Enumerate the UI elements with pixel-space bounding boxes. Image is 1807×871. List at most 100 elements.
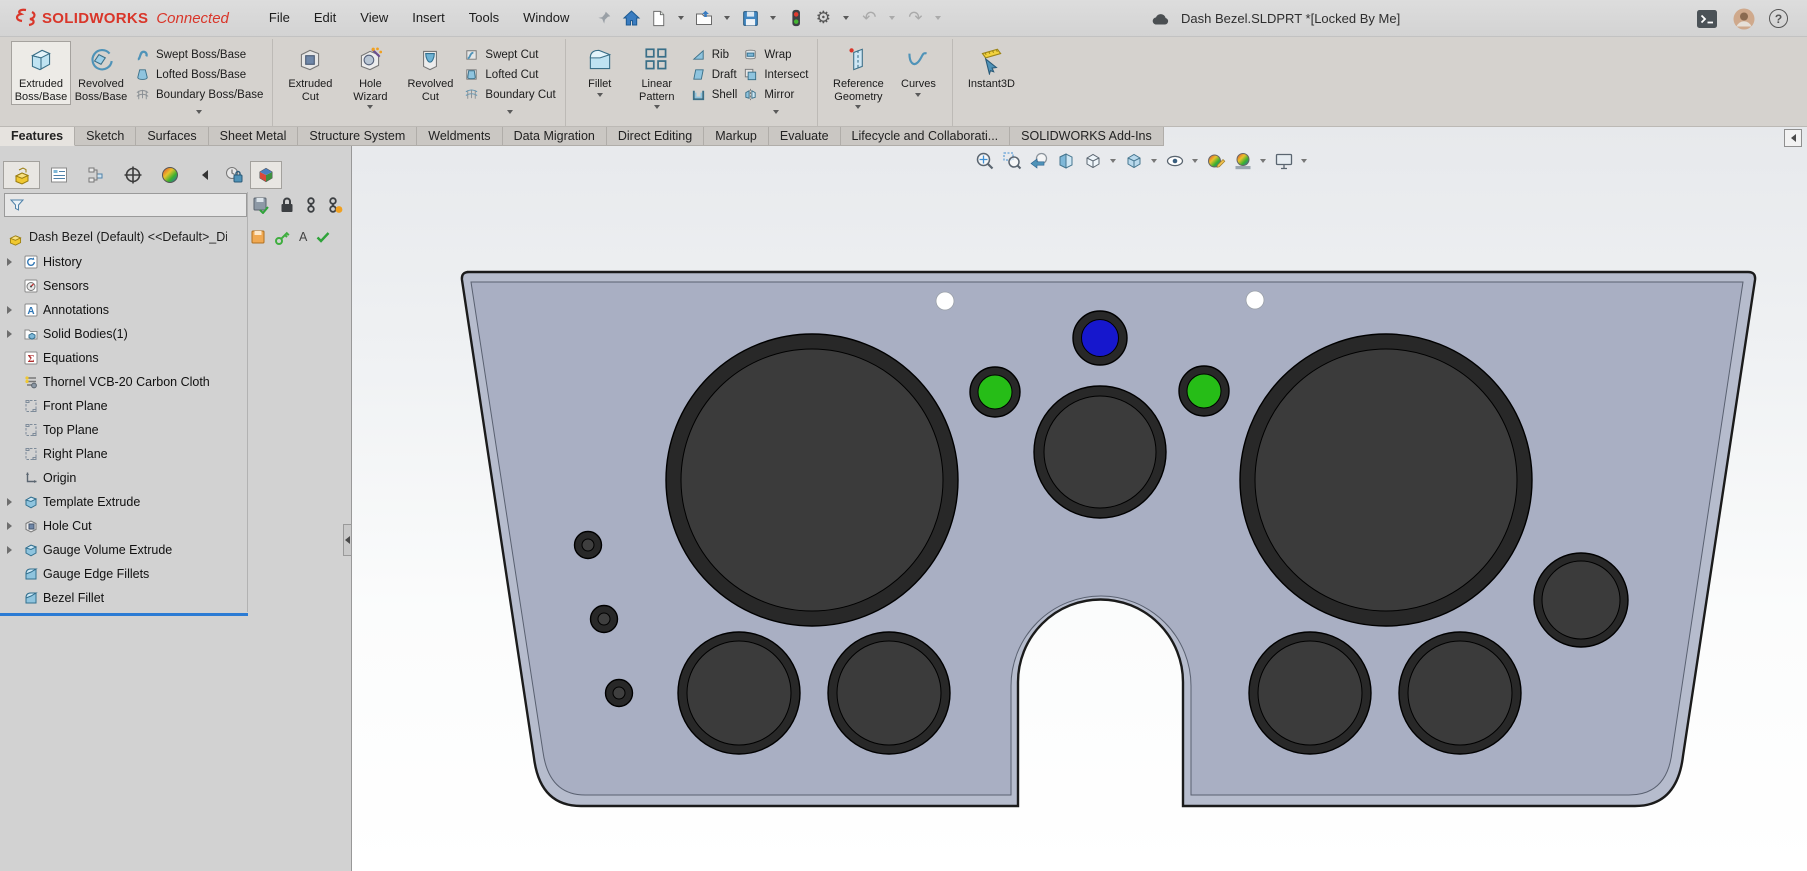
- rollback-bar[interactable]: [0, 613, 248, 616]
- boundary-boss-base-button[interactable]: Boundary Boss/Base: [135, 87, 263, 102]
- tree-root-item[interactable]: Dash Bezel (Default) <<Default>_Disp: [0, 225, 247, 249]
- open-dropdown[interactable]: [718, 5, 736, 31]
- extruded-cut-button[interactable]: Extruded Cut: [280, 41, 340, 105]
- small-hole-middle[interactable]: [598, 613, 610, 625]
- view-orientation-dropdown[interactable]: [1110, 159, 1116, 163]
- reference-geometry-dropdown[interactable]: [855, 105, 861, 109]
- redo-dropdown[interactable]: [929, 5, 947, 31]
- tab-display-manager[interactable]: [151, 161, 188, 189]
- expand-arrow-icon[interactable]: [7, 330, 12, 338]
- tab-sketch[interactable]: Sketch: [75, 127, 136, 146]
- gauge-bottom-left2[interactable]: [837, 641, 941, 745]
- tab-features[interactable]: Features: [0, 127, 75, 146]
- zoom-to-fit-icon[interactable]: [972, 148, 997, 173]
- tab-surfaces[interactable]: Surfaces: [136, 127, 208, 146]
- collapse-panel-arrow[interactable]: [202, 170, 208, 180]
- boundary-cut-button[interactable]: Boundary Cut: [464, 87, 555, 102]
- pin-icon[interactable]: [591, 5, 617, 31]
- tab-property-manager[interactable]: [40, 161, 77, 189]
- section-view-icon[interactable]: [1053, 148, 1078, 173]
- apply-scene-icon[interactable]: [1230, 148, 1255, 173]
- wrap-button[interactable]: Wrap: [743, 47, 808, 62]
- tree-item-gauge-volume-extrude[interactable]: Gauge Volume Extrude: [0, 538, 247, 562]
- task-pane-toggle[interactable]: [1784, 129, 1802, 147]
- user-avatar[interactable]: [1732, 7, 1756, 31]
- tab-evaluate[interactable]: Evaluate: [769, 127, 841, 146]
- lofted-cut-button[interactable]: Lofted Cut: [464, 67, 555, 82]
- view-orientation-icon[interactable]: [1080, 148, 1105, 173]
- workflow-status-icon[interactable]: [783, 5, 809, 31]
- cut-stack-dropdown[interactable]: [507, 110, 513, 114]
- panel-splitter-handle[interactable]: [343, 524, 352, 556]
- help-icon[interactable]: ?: [1769, 9, 1788, 28]
- tab-featuremanager-tree[interactable]: [3, 161, 40, 189]
- link-pending-icon[interactable]: [327, 196, 343, 214]
- tab-sheet-metal[interactable]: Sheet Metal: [209, 127, 299, 146]
- gauge-bottom-right1[interactable]: [1258, 641, 1362, 745]
- indicator-green-left[interactable]: [978, 375, 1012, 409]
- mount-hole-left[interactable]: [936, 292, 954, 310]
- settings-dropdown[interactable]: [837, 5, 855, 31]
- undo-icon[interactable]: ↶: [856, 5, 882, 31]
- menu-tools[interactable]: Tools: [457, 0, 511, 36]
- pdm-lock-status-icon[interactable]: [218, 161, 250, 189]
- indicator-green-right[interactable]: [1187, 374, 1221, 408]
- rib-button[interactable]: Rib: [691, 47, 738, 62]
- edit-appearance-icon[interactable]: [1203, 148, 1228, 173]
- expand-arrow-icon[interactable]: [7, 306, 12, 314]
- menu-insert[interactable]: Insert: [400, 0, 457, 36]
- gauge-large-left[interactable]: [681, 349, 943, 611]
- new-document-icon[interactable]: [645, 5, 671, 31]
- lock-icon[interactable]: [279, 196, 295, 214]
- expand-arrow-icon[interactable]: [7, 522, 12, 530]
- hide-show-items-icon[interactable]: [1162, 148, 1187, 173]
- tree-item-gauge-edge-fillets[interactable]: Gauge Edge Fillets: [0, 562, 247, 586]
- tree-item-template-extrude[interactable]: Template Extrude: [0, 490, 247, 514]
- tab-lifecycle-collaboration[interactable]: Lifecycle and Collaborati...: [841, 127, 1011, 146]
- gauge-center[interactable]: [1044, 396, 1156, 508]
- fillet-dropdown[interactable]: [597, 93, 603, 97]
- swept-cut-button[interactable]: Swept Cut: [464, 47, 555, 62]
- tab-configuration-manager[interactable]: [77, 161, 114, 189]
- new-document-dropdown[interactable]: [672, 5, 690, 31]
- display-style-icon[interactable]: [1121, 148, 1146, 173]
- lofted-boss-base-button[interactable]: Lofted Boss/Base: [135, 67, 263, 82]
- display-style-dropdown[interactable]: [1151, 159, 1157, 163]
- save-dropdown[interactable]: [764, 5, 782, 31]
- linear-pattern-button[interactable]: Linear Pattern: [627, 41, 687, 111]
- redo-icon[interactable]: ↷: [902, 5, 928, 31]
- terminal-icon[interactable]: [1695, 7, 1719, 31]
- extruded-boss-base-button[interactable]: Extruded Boss/Base: [11, 41, 71, 105]
- expand-arrow-icon[interactable]: [7, 498, 12, 506]
- revolved-cut-button[interactable]: Revolved Cut: [400, 41, 460, 105]
- model-dash-bezel[interactable]: [352, 146, 1807, 871]
- tree-item-origin[interactable]: Origin: [0, 466, 247, 490]
- curves-dropdown[interactable]: [915, 93, 921, 97]
- tab-weldments[interactable]: Weldments: [417, 127, 502, 146]
- tree-item-annotations[interactable]: A Annotations: [0, 298, 247, 322]
- tree-item-right-plane[interactable]: Right Plane: [0, 442, 247, 466]
- hide-show-items-dropdown[interactable]: [1192, 159, 1198, 163]
- gauge-bottom-left1[interactable]: [687, 641, 791, 745]
- tab-structure-system[interactable]: Structure System: [298, 127, 417, 146]
- apply-scene-dropdown[interactable]: [1260, 159, 1266, 163]
- menu-view[interactable]: View: [348, 0, 400, 36]
- tree-item-solid-bodies[interactable]: Solid Bodies(1): [0, 322, 247, 346]
- lock-key-icon[interactable]: [274, 229, 291, 246]
- settings-gear-icon[interactable]: ⚙: [810, 5, 836, 31]
- boss-stack-dropdown[interactable]: [196, 110, 202, 114]
- tree-item-equations[interactable]: Σ Equations: [0, 346, 247, 370]
- view-settings-icon[interactable]: [1271, 148, 1296, 173]
- tab-markup[interactable]: Markup: [704, 127, 769, 146]
- menu-edit[interactable]: Edit: [302, 0, 348, 36]
- gauge-right-edge[interactable]: [1542, 561, 1620, 639]
- save-status-icon[interactable]: [252, 196, 270, 214]
- reference-geometry-button[interactable]: Reference Geometry: [825, 41, 891, 111]
- save-icon[interactable]: [737, 5, 763, 31]
- menu-file[interactable]: File: [257, 0, 302, 36]
- hole-wizard-button[interactable]: Hole Wizard: [340, 41, 400, 111]
- graphics-area[interactable]: [352, 127, 1807, 871]
- view-settings-dropdown[interactable]: [1301, 159, 1307, 163]
- mount-hole-right[interactable]: [1246, 291, 1264, 309]
- wrap-stack-dropdown[interactable]: [773, 110, 779, 114]
